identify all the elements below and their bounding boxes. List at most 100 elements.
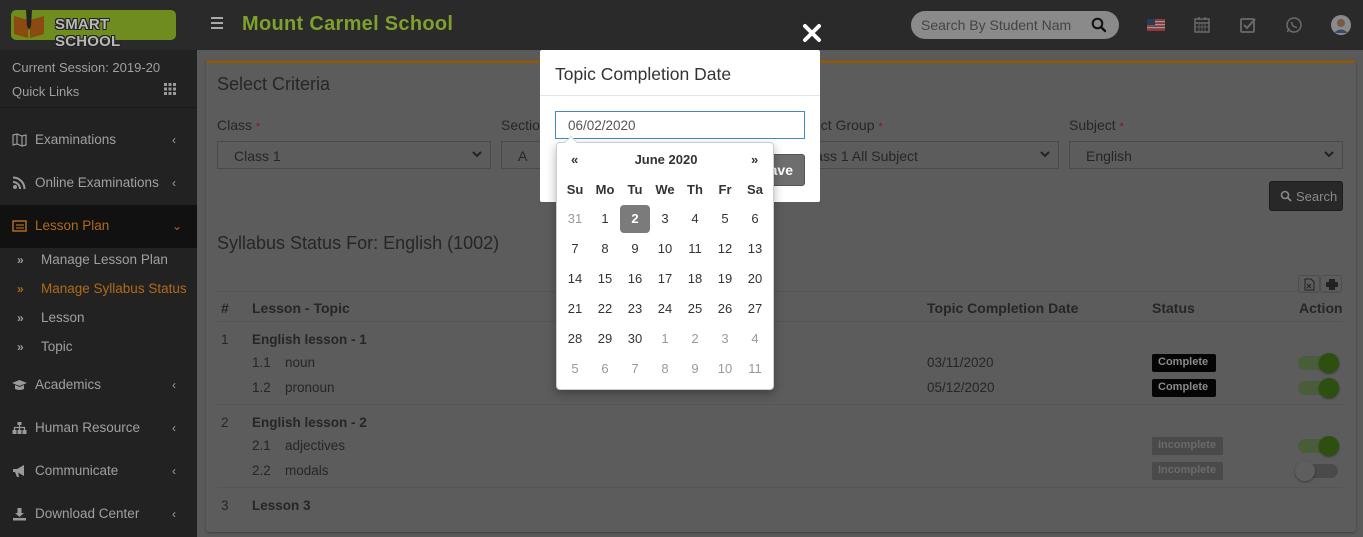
datepicker-day[interactable]: 17 — [650, 265, 680, 293]
datepicker-day[interactable]: 28 — [560, 325, 590, 353]
logo[interactable]: SMART SCHOOL — [11, 10, 176, 50]
datepicker-day[interactable]: 31 — [560, 205, 590, 233]
datepicker-day[interactable]: 22 — [590, 295, 620, 323]
sidebar-item-examinations[interactable]: Examinations ‹ — [0, 119, 197, 162]
modal-divider — [540, 95, 820, 96]
datepicker-day[interactable]: 10 — [650, 235, 680, 263]
datepicker-day[interactable]: 26 — [710, 295, 740, 323]
topic-name: pronoun — [285, 380, 335, 395]
datepicker-day[interactable]: 13 — [740, 235, 770, 263]
sidebar-item-label: Academics — [35, 377, 102, 392]
sidebar-item-download-center[interactable]: Download Center ‹ — [0, 493, 197, 536]
sidebar-subitem-topic[interactable]: » Topic — [0, 334, 197, 363]
datepicker-next-button[interactable]: » — [751, 152, 758, 167]
us-flag-icon[interactable] — [1147, 16, 1165, 34]
subject-select[interactable]: English — [1069, 141, 1343, 169]
datepicker-day[interactable]: 18 — [680, 265, 710, 293]
chevron-down-icon — [472, 151, 482, 158]
search-icon — [1280, 190, 1292, 202]
checkbox-icon[interactable] — [1239, 16, 1257, 34]
rss-icon — [12, 176, 26, 190]
datepicker-day[interactable]: 3 — [710, 325, 740, 353]
subject-group-select[interactable]: Class 1 All Subject — [785, 141, 1059, 169]
datepicker-day[interactable]: 1 — [650, 325, 680, 353]
datepicker-prev-button[interactable]: « — [571, 152, 578, 167]
class-select[interactable]: Class 1 — [217, 141, 491, 169]
chevron-down-icon — [1324, 151, 1334, 158]
sidebar-item-academics[interactable]: Academics ‹ — [0, 364, 197, 407]
datepicker-day[interactable]: 29 — [590, 325, 620, 353]
datepicker-day[interactable]: 7 — [560, 235, 590, 263]
datepicker-day[interactable]: 1 — [590, 205, 620, 233]
datepicker-month-title[interactable]: June 2020 — [557, 152, 775, 167]
quick-links-label[interactable]: Quick Links — [12, 84, 79, 99]
datepicker-day[interactable]: 21 — [560, 295, 590, 323]
datepicker-day[interactable]: 20 — [740, 265, 770, 293]
topic-number: 2.1 — [252, 438, 271, 453]
datepicker-day[interactable]: 7 — [620, 355, 650, 383]
sidebar-item-lesson-plan[interactable]: Lesson Plan ⌄ — [0, 205, 197, 248]
sidebar-item-human-resource[interactable]: Human Resource ‹ — [0, 407, 197, 450]
search-button[interactable]: Search — [1269, 181, 1343, 211]
sidebar-item-online-examinations[interactable]: Online Examinations ‹ — [0, 162, 197, 205]
datepicker-day[interactable]: 30 — [620, 325, 650, 353]
toggle-knob — [1319, 436, 1339, 456]
datepicker-day[interactable]: 19 — [710, 265, 740, 293]
sidebar-subitem-label: Manage Syllabus Status — [41, 281, 187, 296]
sidebar-subitem-manage-syllabus-status[interactable]: » Manage Syllabus Status — [0, 276, 197, 305]
datepicker-day[interactable]: 3 — [650, 205, 680, 233]
datepicker-day[interactable]: 2 — [680, 325, 710, 353]
lesson-name: English lesson - 1 — [252, 332, 367, 347]
sidebar-item-label: Lesson Plan — [35, 218, 110, 233]
lesson-name: English lesson - 2 — [252, 415, 367, 430]
required-mark: * — [878, 121, 883, 133]
user-avatar[interactable] — [1331, 15, 1351, 35]
datepicker-day[interactable]: 12 — [710, 235, 740, 263]
column-header-lesson-topic: Lesson - Topic — [252, 300, 350, 316]
completion-date-input[interactable] — [555, 111, 805, 139]
datepicker-day[interactable]: 14 — [560, 265, 590, 293]
chevron-down-icon: ⌄ — [172, 219, 183, 233]
datepicker-day[interactable]: 10 — [710, 355, 740, 383]
close-icon[interactable] — [801, 22, 823, 44]
datepicker-day[interactable]: 25 — [680, 295, 710, 323]
status-toggle[interactable] — [1295, 461, 1338, 481]
datepicker-day[interactable]: 15 — [590, 265, 620, 293]
datepicker-day[interactable]: 23 — [620, 295, 650, 323]
sidebar-toggle-button[interactable] — [209, 17, 225, 33]
datepicker-day[interactable]: 9 — [620, 235, 650, 263]
datepicker-day[interactable]: 9 — [680, 355, 710, 383]
status-toggle[interactable] — [1298, 378, 1339, 398]
datepicker-day[interactable]: 5 — [560, 355, 590, 383]
datepicker-day[interactable]: 4 — [740, 325, 770, 353]
datepicker-day[interactable]: 4 — [680, 205, 710, 233]
student-search-input[interactable] — [921, 16, 1071, 34]
datepicker-day[interactable]: 16 — [620, 265, 650, 293]
status-toggle[interactable] — [1298, 353, 1339, 373]
sidebar-item-communicate[interactable]: Communicate ‹ — [0, 450, 197, 493]
grid-icon[interactable] — [164, 83, 176, 95]
topic-name: adjectives — [285, 438, 346, 453]
datepicker-day[interactable]: 8 — [650, 355, 680, 383]
status-toggle[interactable] — [1298, 436, 1339, 456]
datepicker-day[interactable]: 11 — [740, 355, 770, 383]
datepicker-day[interactable]: 8 — [590, 235, 620, 263]
datepicker-day[interactable]: 24 — [650, 295, 680, 323]
calendar-icon[interactable] — [1193, 16, 1211, 34]
toggle-knob — [1319, 353, 1339, 373]
weekday-header: Fr — [718, 182, 732, 197]
datepicker-day[interactable]: 27 — [740, 295, 770, 323]
chevron-left-icon: ‹ — [172, 421, 176, 435]
chevron-down-icon — [1040, 151, 1050, 158]
sidebar-subitem-manage-lesson-plan[interactable]: » Manage Lesson Plan — [0, 247, 197, 276]
datepicker-day[interactable]: 11 — [680, 235, 710, 263]
whatsapp-icon[interactable] — [1285, 16, 1303, 34]
datepicker-day[interactable]: 5 — [710, 205, 740, 233]
sidebar-subitem-lesson[interactable]: » Lesson — [0, 305, 197, 334]
search-icon[interactable] — [1091, 17, 1107, 33]
sidebar-item-label: Online Examinations — [35, 175, 159, 190]
datepicker-day-selected[interactable]: 2 — [620, 205, 650, 233]
datepicker-day[interactable]: 6 — [590, 355, 620, 383]
double-chevron-icon: » — [17, 340, 24, 354]
datepicker-day[interactable]: 6 — [740, 205, 770, 233]
